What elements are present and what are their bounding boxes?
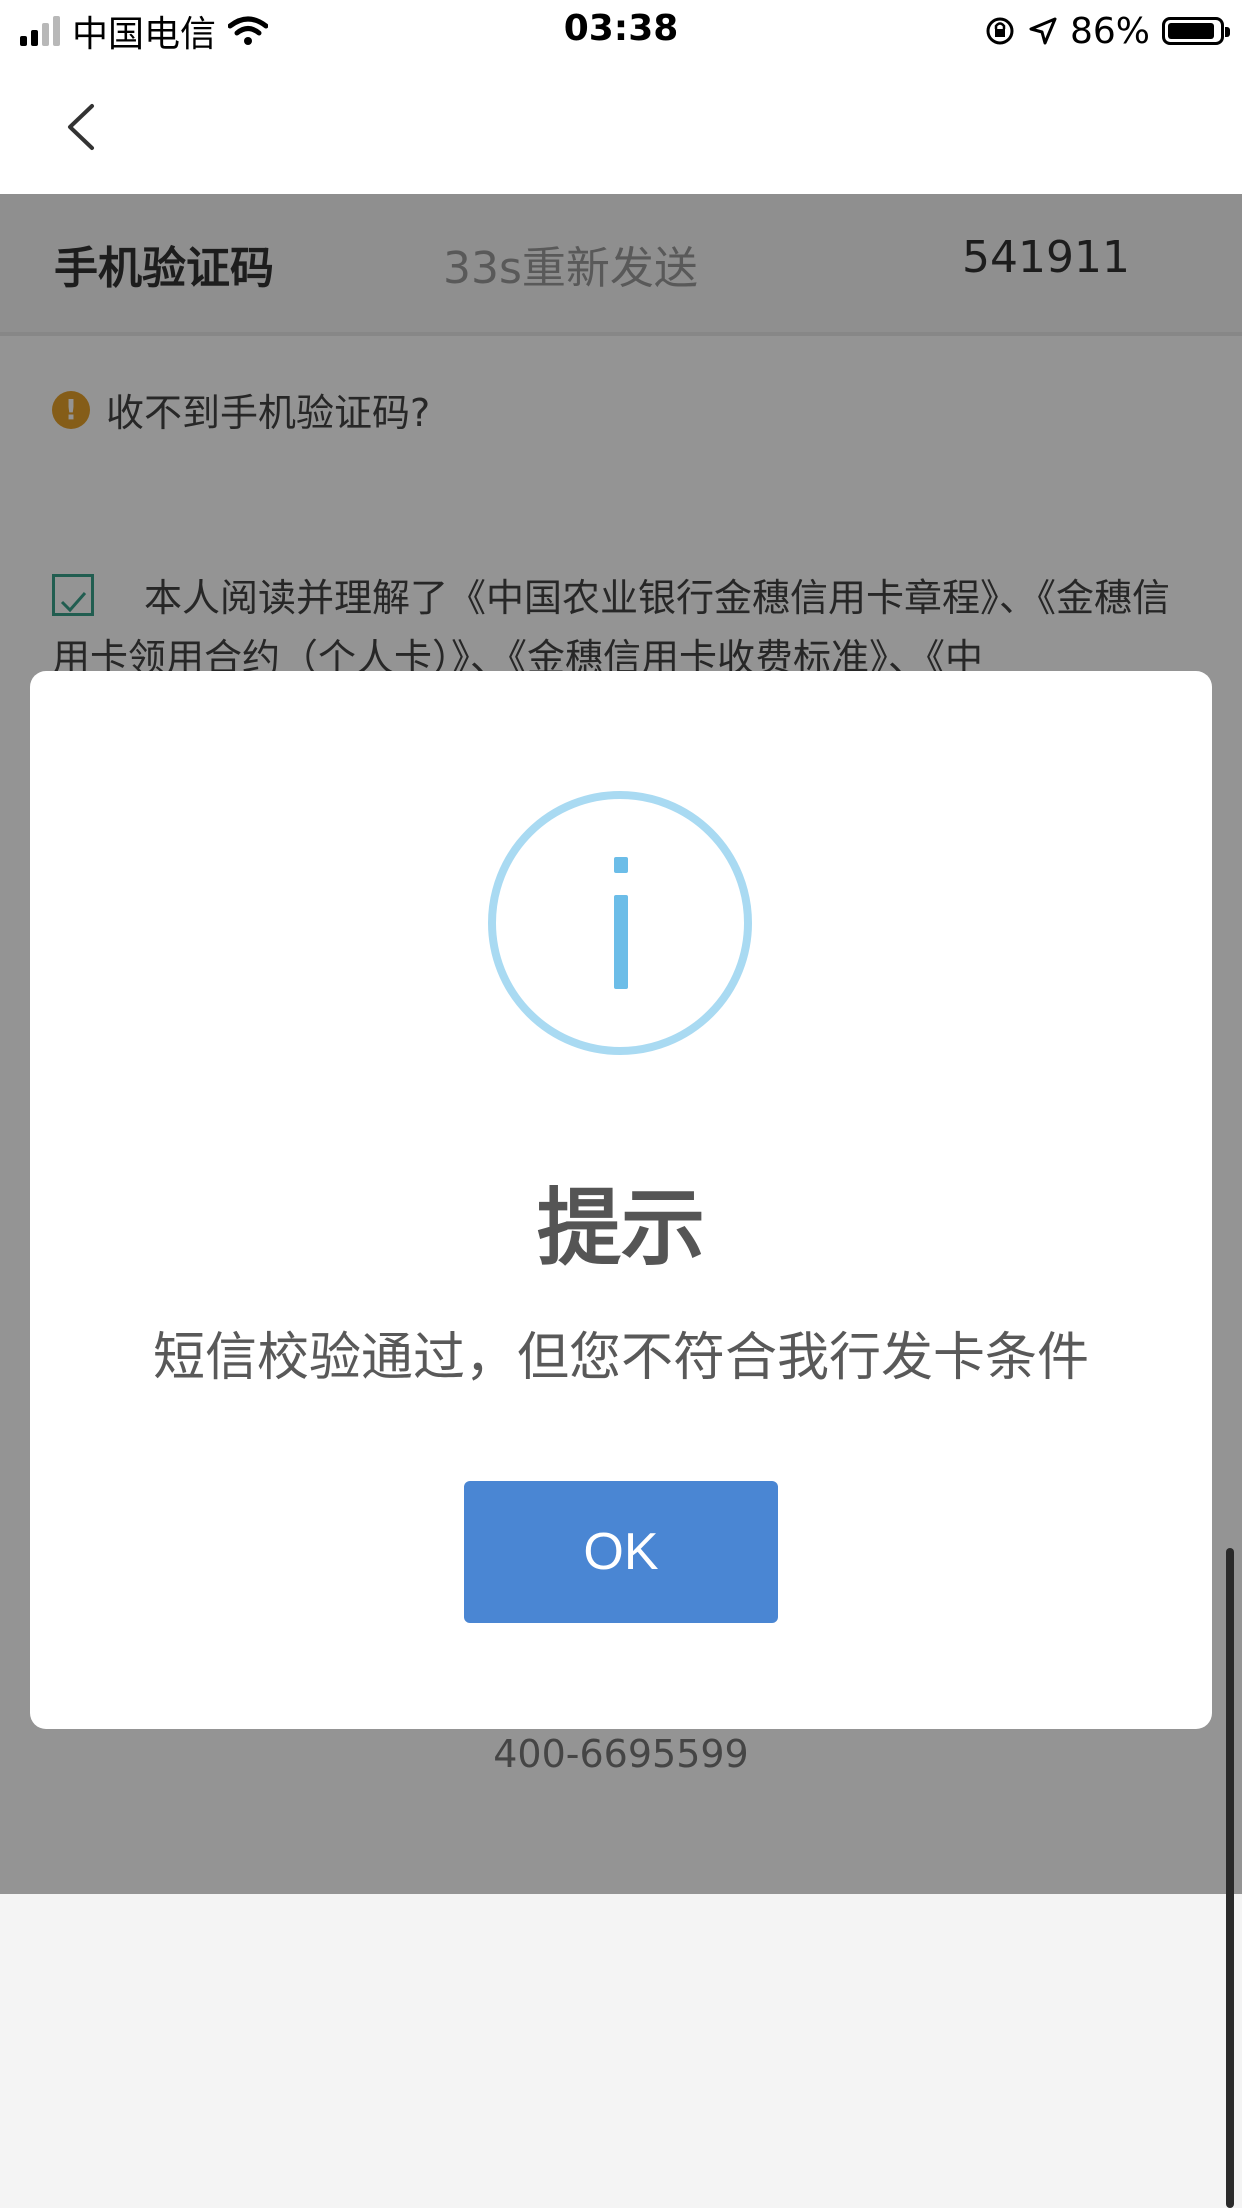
dialog-message: 短信校验通过，但您不符合我行发卡条件 <box>152 1328 1089 1388</box>
battery-icon <box>1162 17 1230 45</box>
back-arrow-icon[interactable] <box>58 102 108 152</box>
nav-bar <box>0 62 1242 194</box>
status-bar: 中国电信 03:38 86% <box>0 0 1242 62</box>
dialog-title: 提示 <box>536 1179 705 1277</box>
scrollbar[interactable] <box>1226 1548 1234 2208</box>
battery-percent: 86% <box>1069 10 1150 52</box>
status-right: 86% <box>984 8 1230 54</box>
location-arrow-icon <box>1029 17 1057 45</box>
alert-dialog: 提示 短信校验通过，但您不符合我行发卡条件 OK <box>30 671 1212 1729</box>
rotation-lock-icon <box>986 17 1014 45</box>
ok-button[interactable]: OK <box>464 1481 778 1623</box>
